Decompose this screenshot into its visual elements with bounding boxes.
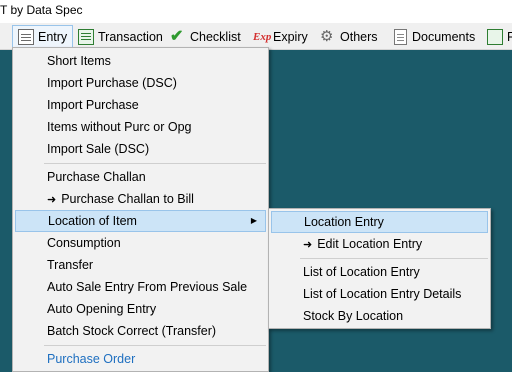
menu-item-auto-opening-entry[interactable]: Auto Opening Entry	[15, 298, 266, 320]
menu-item-label: Purchase Challan to Bill	[61, 192, 194, 206]
title-bar: T by Data Spec	[0, 0, 512, 23]
menu-expiry[interactable]: Exp Expiry	[248, 25, 313, 48]
entry-icon	[18, 28, 34, 45]
menu-item-label: Import Sale (DSC)	[47, 142, 150, 156]
submenu-arrow-icon: ▶	[250, 216, 257, 225]
menu-item-label: Import Purchase	[47, 98, 139, 112]
gears-icon: ⚙	[320, 27, 334, 45]
menu-expiry-label: Expiry	[273, 29, 308, 44]
menu-item-label: Location Entry	[304, 215, 384, 229]
menu-entry-label: Entry	[38, 29, 68, 44]
menu-item-label: Purchase Challan	[47, 170, 146, 184]
transaction-icon	[78, 28, 94, 45]
menu-item-label: List of Location Entry Details	[303, 287, 462, 301]
menu-item-label: Auto Opening Entry	[47, 302, 157, 316]
menu-bar: Entry Transaction ✔ Checklist Exp Expiry…	[0, 23, 512, 50]
menu-separator	[300, 258, 488, 259]
menu-documents[interactable]: Documents	[388, 25, 480, 48]
submenu-item-stock-by-location[interactable]: Stock By Location	[271, 305, 488, 327]
menu-documents-label: Documents	[412, 29, 476, 44]
report-icon	[487, 28, 503, 45]
submenu-item-list-location-details[interactable]: List of Location Entry Details	[271, 283, 488, 305]
menu-item-auto-sale-entry[interactable]: Auto Sale Entry From Previous Sale	[15, 276, 266, 298]
menu-reports[interactable]: R	[482, 25, 512, 48]
menu-item-label: Batch Stock Correct (Transfer)	[47, 324, 217, 338]
menu-others[interactable]: ⚙ Others	[315, 25, 383, 48]
menu-separator	[44, 345, 266, 346]
submenu-item-list-of-location-entry[interactable]: List of Location Entry	[271, 261, 488, 283]
menu-transaction[interactable]: Transaction	[73, 25, 168, 48]
menu-item-label: Items without Purc or Opg	[47, 120, 192, 134]
arrow-right-icon: ➜	[47, 193, 57, 206]
menu-item-consumption[interactable]: Consumption	[15, 232, 266, 254]
menu-item-purchase-challan[interactable]: Purchase Challan	[15, 166, 266, 188]
menu-checklist[interactable]: ✔ Checklist	[165, 25, 246, 48]
checkmark-icon: ✔	[170, 27, 184, 45]
menu-transaction-label: Transaction	[98, 29, 163, 44]
menu-item-label: Edit Location Entry	[317, 237, 423, 251]
menu-item-import-purchase-dsc[interactable]: Import Purchase (DSC)	[15, 72, 266, 94]
menu-item-transfer[interactable]: Transfer	[15, 254, 266, 276]
window-title: T by Data Spec	[0, 3, 83, 17]
menu-item-label: List of Location Entry	[303, 265, 420, 279]
arrow-right-icon: ➜	[303, 238, 313, 251]
menu-item-label: Purchase Order	[47, 352, 136, 366]
menu-item-batch-stock-correct[interactable]: Batch Stock Correct (Transfer)	[15, 320, 266, 342]
menu-others-label: Others	[340, 29, 378, 44]
menu-separator	[44, 163, 266, 164]
expiry-icon: Exp	[253, 30, 272, 43]
menu-item-label: Location of Item	[48, 214, 137, 228]
menu-item-label: Auto Sale Entry From Previous Sale	[47, 280, 248, 294]
location-submenu: Location Entry ➜ Edit Location Entry Lis…	[268, 208, 491, 329]
submenu-item-edit-location-entry[interactable]: ➜ Edit Location Entry	[271, 233, 488, 255]
entry-dropdown-menu: Short Items Import Purchase (DSC) Import…	[12, 47, 269, 372]
menu-item-label: Consumption	[47, 236, 121, 250]
menu-checklist-label: Checklist	[190, 29, 241, 44]
document-icon	[394, 28, 407, 45]
menu-item-purchase-order[interactable]: Purchase Order	[15, 348, 266, 370]
menu-item-import-purchase[interactable]: Import Purchase	[15, 94, 266, 116]
menu-item-import-sale-dsc[interactable]: Import Sale (DSC)	[15, 138, 266, 160]
menu-item-purchase-challan-to-bill[interactable]: ➜ Purchase Challan to Bill	[15, 188, 266, 210]
menu-item-location-of-item[interactable]: Location of Item ▶	[15, 210, 266, 232]
menu-item-items-without-purc[interactable]: Items without Purc or Opg	[15, 116, 266, 138]
menu-item-label: Short Items	[47, 54, 111, 68]
menu-reports-label: R	[507, 29, 512, 44]
menu-item-short-items[interactable]: Short Items	[15, 50, 266, 72]
submenu-item-location-entry[interactable]: Location Entry	[271, 211, 488, 233]
menu-entry[interactable]: Entry	[12, 25, 74, 48]
menu-item-label: Transfer	[47, 258, 94, 272]
menu-item-label: Import Purchase (DSC)	[47, 76, 177, 90]
menu-item-label: Stock By Location	[303, 309, 404, 323]
